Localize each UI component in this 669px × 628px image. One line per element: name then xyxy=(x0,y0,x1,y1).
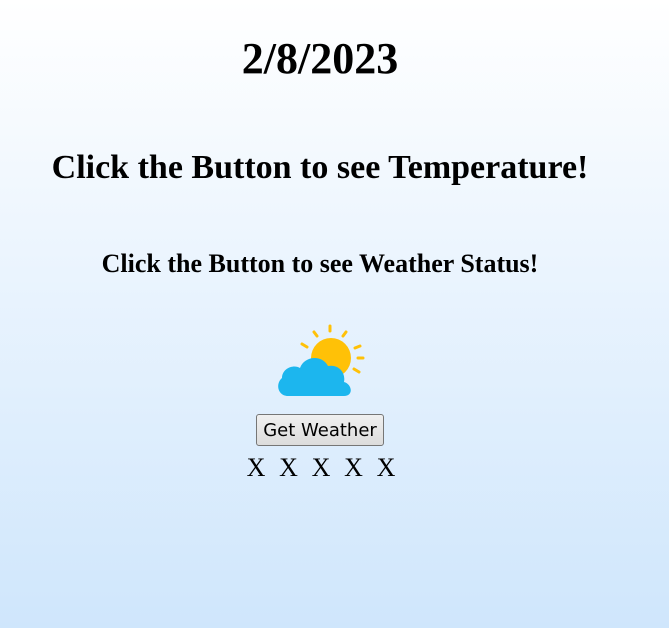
get-weather-button[interactable]: Get Weather xyxy=(256,414,384,446)
mark-x: X xyxy=(246,453,266,482)
partly-cloudy-icon xyxy=(274,322,366,400)
temperature-heading: Click the Button to see Temperature! xyxy=(51,149,589,186)
date-heading: 2/8/2023 xyxy=(241,34,399,83)
mark-x: X xyxy=(344,453,363,482)
marks-row: X X X X X xyxy=(246,454,396,482)
mark-x: X xyxy=(376,453,396,482)
weather-status-heading: Click the Button to see Weather Status! xyxy=(101,249,539,278)
mark-x: X xyxy=(311,453,331,482)
mark-x: X xyxy=(279,453,298,482)
